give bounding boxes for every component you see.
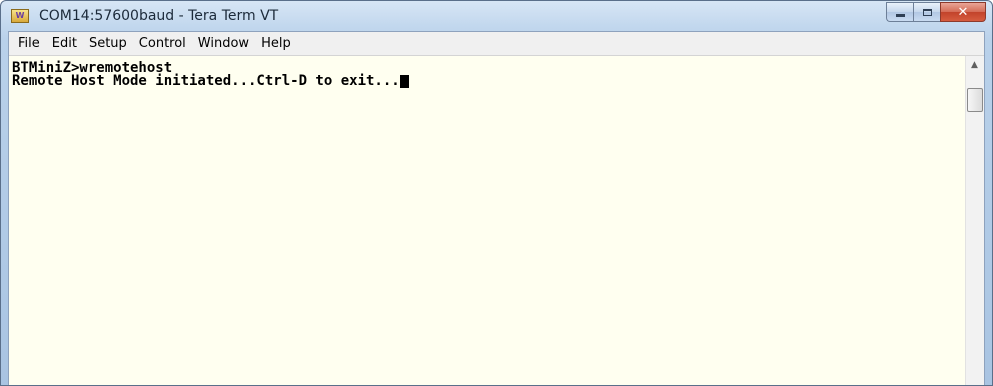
maximize-icon xyxy=(922,8,932,16)
menu-file[interactable]: File xyxy=(13,34,45,54)
menu-window[interactable]: Window xyxy=(193,34,254,54)
close-icon: ✕ xyxy=(957,4,969,20)
terminal-screen[interactable]: BTMiniZ>wremotehost Remote Host Mode init… xyxy=(9,56,966,385)
chevron-up-icon: ▲ xyxy=(971,59,978,70)
terminal-line: Remote Host Mode initiated...Ctrl-D to e… xyxy=(12,73,966,89)
maximize-button[interactable] xyxy=(913,2,940,22)
vertical-scrollbar[interactable]: ▲ xyxy=(965,56,984,385)
close-button[interactable]: ✕ xyxy=(940,2,986,22)
tera-term-window: W COM14:57600baud - Tera Term VT ✕ File … xyxy=(0,0,993,386)
text-cursor xyxy=(399,75,409,88)
menu-control[interactable]: Control xyxy=(134,34,191,54)
caption-buttons: ✕ xyxy=(886,2,986,23)
scroll-thumb[interactable] xyxy=(967,88,983,112)
menu-bar: File Edit Setup Control Window Help xyxy=(9,32,984,56)
menu-setup[interactable]: Setup xyxy=(84,34,132,54)
title-bar[interactable]: W COM14:57600baud - Tera Term VT ✕ xyxy=(1,1,992,31)
minimize-icon xyxy=(895,13,905,17)
tera-term-icon[interactable]: W xyxy=(11,9,29,23)
terminal-line-text: Remote Host Mode initiated...Ctrl-D to e… xyxy=(12,73,400,89)
menu-help[interactable]: Help xyxy=(256,34,296,54)
scroll-up-button[interactable]: ▲ xyxy=(966,56,983,73)
menu-edit[interactable]: Edit xyxy=(47,34,82,54)
client-area: File Edit Setup Control Window Help BTMi… xyxy=(8,31,985,385)
minimize-button[interactable] xyxy=(886,2,913,22)
window-title: COM14:57600baud - Tera Term VT xyxy=(39,8,279,24)
